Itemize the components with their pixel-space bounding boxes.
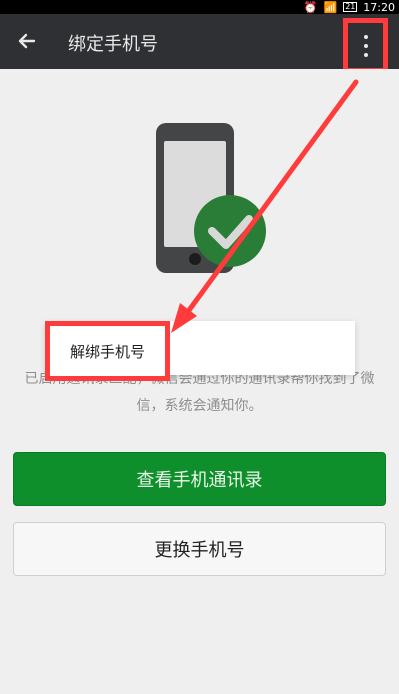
unbind-phone-menu-item[interactable]: 解绑手机号: [45, 321, 170, 381]
alarm-icon: ⏰: [303, 0, 318, 14]
check-circle-icon: [194, 195, 266, 267]
wifi-icon: 📶: [323, 0, 338, 14]
app-bar: 绑定手机号: [0, 14, 399, 73]
view-contacts-button[interactable]: 查看手机通讯录: [13, 452, 386, 506]
arrow-left-icon: [18, 33, 36, 49]
back-button[interactable]: [14, 28, 40, 54]
phone-illustration: [156, 123, 266, 273]
sim-badge: 21: [343, 2, 358, 12]
status-icons: ⏰ 📶 21 17:20: [304, 0, 395, 14]
page-title: 绑定手机号: [68, 34, 158, 55]
main-content: 已启用通讯录匹配，微信会通过你的通讯录帮你找到了微 信，系统会通知你。 解绑手机…: [0, 69, 399, 694]
more-button[interactable]: [343, 18, 388, 73]
change-phone-button[interactable]: 更换手机号: [13, 522, 386, 576]
status-time: 17:20: [363, 0, 395, 14]
more-vert-icon: [363, 34, 368, 39]
status-bar: ⏰ 📶 21 17:20: [0, 0, 399, 14]
overflow-menu: 解绑手机号: [45, 321, 355, 381]
